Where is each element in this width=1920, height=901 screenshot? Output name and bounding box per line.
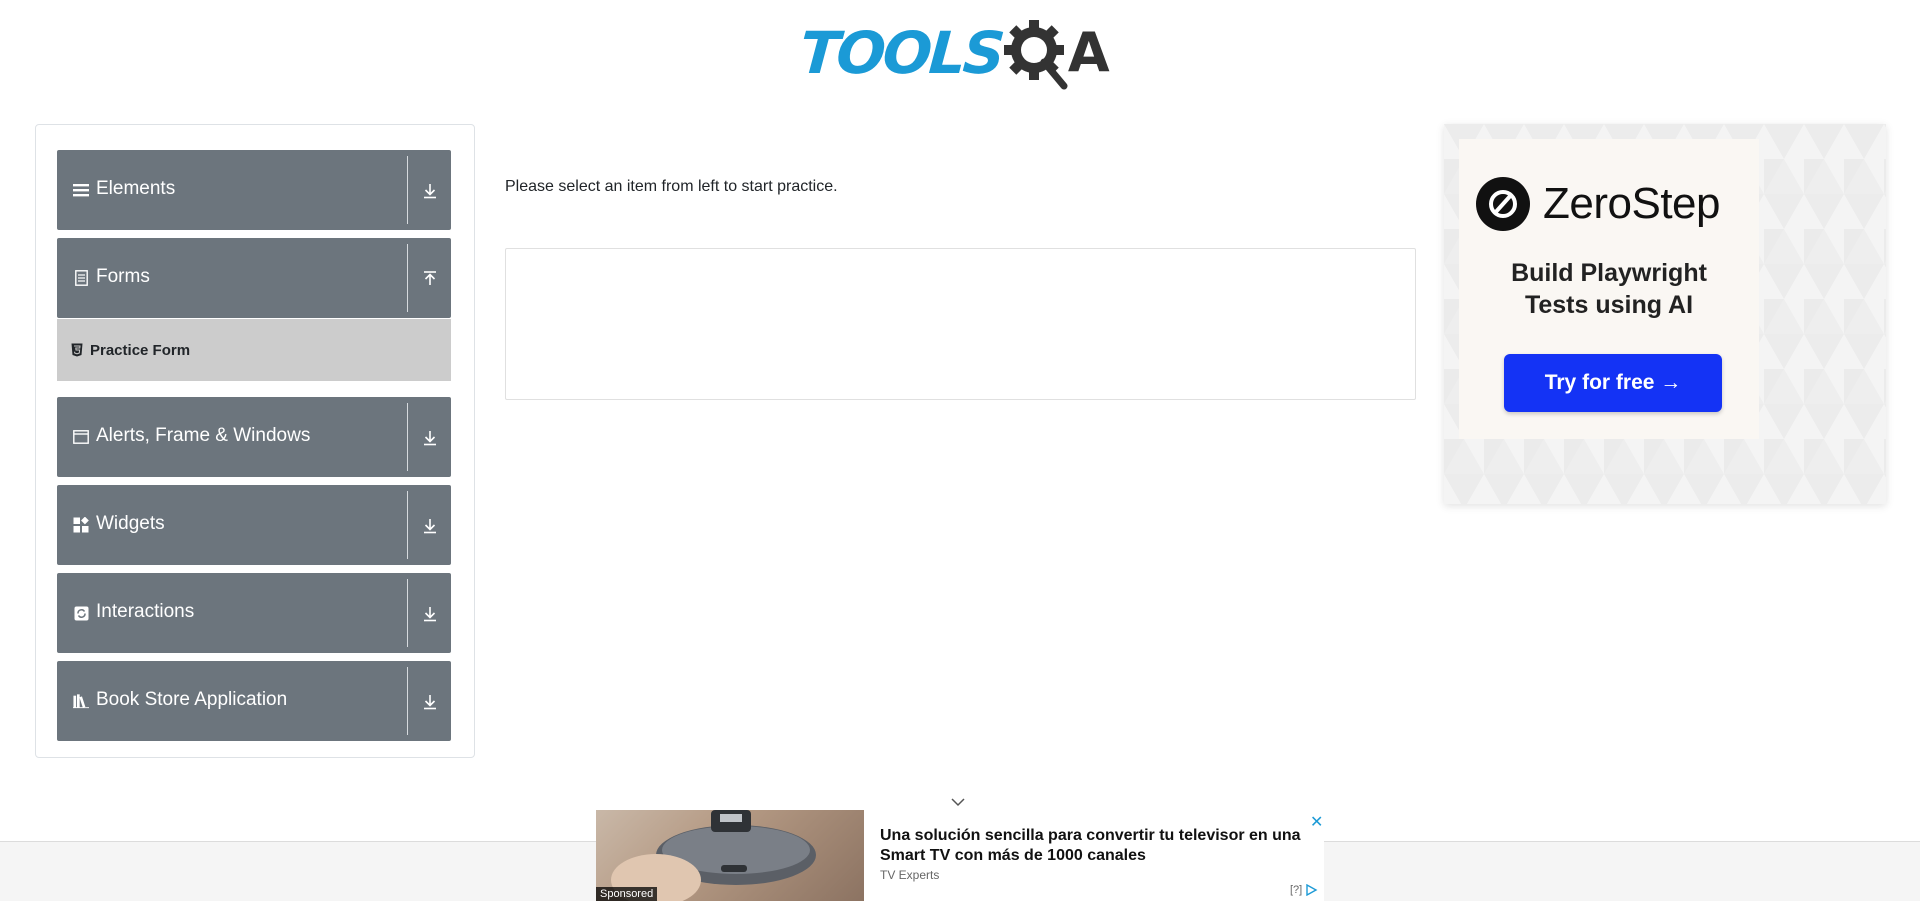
sidebar-group-elements[interactable]: Elements xyxy=(57,150,451,230)
divider xyxy=(407,491,408,559)
html5-icon xyxy=(71,343,83,357)
logo-text-tools: TOOLS xyxy=(797,19,1005,87)
sidebar-group-interactions[interactable]: Interactions xyxy=(57,573,451,653)
ad-product-image: Sponsored xyxy=(596,810,864,901)
books-icon xyxy=(73,693,89,709)
ad-tagline-line2: Tests using AI xyxy=(1524,291,1694,319)
sponsored-label: Sponsored xyxy=(596,887,658,901)
ad-tagline-line1: Build Playwright xyxy=(1511,259,1707,287)
download-arrow-icon[interactable] xyxy=(421,429,439,447)
adchoices-icon[interactable]: [?] xyxy=(1290,883,1319,897)
ad-zerostep[interactable]: ZeroStep Build Playwright Tests using AI… xyxy=(1444,124,1886,504)
interactions-icon xyxy=(73,605,89,621)
sidebar-group-widgets[interactable]: Widgets xyxy=(57,485,451,565)
ad-tagline: Build Playwright Tests using AI xyxy=(1459,257,1759,321)
sidebar-group-label: Interactions xyxy=(96,601,195,622)
divider xyxy=(407,244,408,312)
document-icon xyxy=(73,270,89,286)
sidebar-group-label: Elements xyxy=(96,178,176,199)
ad-source: TV Experts xyxy=(880,868,940,882)
bottom-banner-ad[interactable]: Sponsored Una solución sencilla para con… xyxy=(596,810,1324,901)
ad-headline[interactable]: Una solución sencilla para convertir tu … xyxy=(880,826,1310,866)
chevron-down-icon[interactable] xyxy=(950,796,966,808)
intro-text: Please select an item from left to start… xyxy=(505,178,838,195)
download-arrow-icon[interactable] xyxy=(421,605,439,623)
sidebar-item-practice-form[interactable]: Practice Form xyxy=(57,319,451,381)
upload-arrow-icon[interactable] xyxy=(421,270,439,288)
sidebar-group-label: Widgets xyxy=(96,513,165,534)
content-panel xyxy=(505,248,1416,400)
divider xyxy=(407,156,408,224)
widgets-icon xyxy=(73,517,89,533)
ad-card: ZeroStep Build Playwright Tests using AI… xyxy=(1459,139,1759,439)
sidebar-group-forms[interactable]: Forms xyxy=(57,238,451,318)
zerostep-logo-icon xyxy=(1476,177,1530,231)
window-icon xyxy=(73,429,89,445)
try-for-free-button[interactable]: Try for free → xyxy=(1504,354,1722,412)
logo-text-a: A xyxy=(1067,21,1110,84)
divider xyxy=(407,579,408,647)
sidebar-group-label: Forms xyxy=(96,266,150,287)
sidebar-group-label: Book Store Application xyxy=(96,689,288,710)
sidebar: Elements Forms Practice Form Alerts, Fra… xyxy=(35,124,475,758)
sidebar-group-book-store-application[interactable]: Book Store Application xyxy=(57,661,451,741)
sidebar-group-label: Alerts, Frame & Windows xyxy=(96,425,311,446)
close-icon[interactable]: ✕ xyxy=(1310,812,1323,832)
download-arrow-icon[interactable] xyxy=(421,693,439,711)
download-arrow-icon[interactable] xyxy=(421,182,439,200)
sidebar-item-label: Practice Form xyxy=(90,342,191,359)
divider xyxy=(407,403,408,471)
sidebar-group-alerts-frame-windows[interactable]: Alerts, Frame & Windows xyxy=(57,397,451,477)
hamburger-icon xyxy=(73,182,89,198)
ad-brand: ZeroStep xyxy=(1543,179,1720,228)
adchoices-label: [?] xyxy=(1290,884,1303,896)
gear-magnifier-icon xyxy=(1003,20,1068,90)
divider xyxy=(407,667,408,735)
download-arrow-icon[interactable] xyxy=(421,517,439,535)
toolsqa-logo[interactable]: TOOLS A xyxy=(797,16,1110,90)
